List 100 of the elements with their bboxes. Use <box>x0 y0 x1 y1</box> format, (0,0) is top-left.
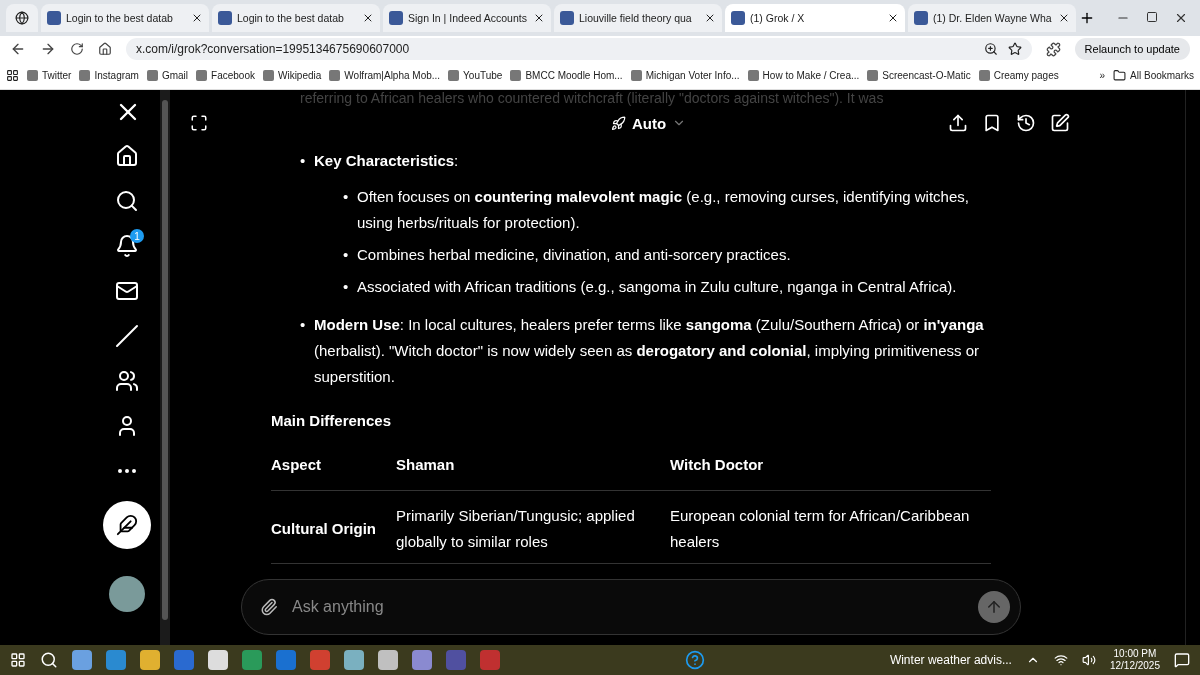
bullet-text: Key Characteristics: <box>314 152 459 169</box>
home-icon[interactable] <box>98 42 112 56</box>
bookmark-link[interactable]: Instagram <box>79 70 139 81</box>
browser-tab[interactable]: Login to the best datab <box>41 4 209 32</box>
new-tab-icon[interactable] <box>1079 10 1095 26</box>
weather-widget[interactable]: Winter weather advis... <box>889 653 1012 667</box>
column-header: Aspect <box>271 448 396 491</box>
browser-tab[interactable]: (1) Dr. Elden Wayne Wha <box>908 4 1076 32</box>
close-icon[interactable] <box>362 12 374 24</box>
volume-icon[interactable] <box>1081 653 1096 667</box>
mode-selector[interactable]: Auto <box>605 113 693 133</box>
bookmark-link[interactable]: Facebook <box>196 70 255 81</box>
edit-icon[interactable] <box>1050 113 1070 133</box>
compose-button[interactable] <box>103 501 151 549</box>
app-icon[interactable] <box>140 650 160 670</box>
app-icon[interactable] <box>412 650 432 670</box>
bullet-marker: • <box>343 187 350 207</box>
address-bar[interactable]: x.com/i/grok?conversation=1995134675690607000 <box>126 38 1032 60</box>
more-bookmarks-button[interactable]: » <box>1099 70 1106 81</box>
bookmark-link[interactable]: Wolfram|Alpha Mob... <box>329 70 441 81</box>
clock[interactable]: 10:00 PM 12/12/2025 <box>1109 648 1160 672</box>
bookmark-link[interactable]: YouTube <box>448 70 503 81</box>
faded-text: referring to African healers who countered witchcraft (literally "doctors against witches"). It was <box>300 90 885 108</box>
folder-icon <box>1113 69 1127 82</box>
browser-tab[interactable]: (1) Grok / X <box>725 4 905 32</box>
wifi-icon[interactable] <box>1053 653 1068 667</box>
favicon <box>27 70 38 81</box>
maximize-icon[interactable] <box>1146 11 1158 23</box>
bookmark-link[interactable]: Screencast-O-Matic <box>867 70 971 81</box>
table-cell: European colonial term for African/Caribbean healers <box>670 490 991 564</box>
chat-input[interactable]: Ask anything <box>241 579 1021 635</box>
reload-icon[interactable] <box>70 42 84 56</box>
close-icon[interactable] <box>887 12 899 24</box>
column-header: Witch Doctor <box>670 448 991 491</box>
start-icon[interactable] <box>10 652 26 668</box>
bookmark-link[interactable]: Twitter <box>27 70 72 81</box>
app-icon[interactable] <box>208 650 228 670</box>
bookmark-link[interactable]: BMCC Moodle Hom... <box>510 70 623 81</box>
zoom-icon[interactable] <box>983 42 998 56</box>
close-icon[interactable] <box>1058 12 1070 24</box>
app-icon[interactable] <box>72 650 92 670</box>
favicon <box>329 70 341 81</box>
bookmark-icon[interactable] <box>982 113 1002 133</box>
browser-tab[interactable]: Login to the best datab <box>212 4 380 32</box>
favicon <box>79 70 91 81</box>
bookmark-link[interactable]: Wikipedia <box>262 70 322 81</box>
favicon <box>867 70 879 81</box>
bullet-text: Associated with African traditions (e.g., sangoma in Zulu culture, nganga in Central Africa). <box>357 278 957 295</box>
close-icon[interactable] <box>191 12 203 24</box>
favicon <box>146 70 158 81</box>
share-icon[interactable] <box>948 113 968 133</box>
favicon <box>218 11 232 25</box>
avatar[interactable] <box>109 576 145 612</box>
relaunch-button[interactable]: Relaunch to update <box>1074 38 1190 60</box>
message-input[interactable]: Ask anything <box>290 597 966 617</box>
table-cell: Primarily Siberian/Tungusic; applied globally to similar roles <box>396 490 670 564</box>
browser-tab[interactable]: Liouville field theory qua <box>554 4 722 32</box>
favicon <box>978 70 990 81</box>
bookmark-link[interactable]: Creamy pages <box>978 70 1059 81</box>
bullet-text: Modern Use: In local cultures, healers prefer terms like sangoma (Zulu/Southern Africa) or in'yanga (herbalist). "Witch doctor" is now widely seen as derogatory and colonial, implying primitiveness or superstition. <box>314 316 984 385</box>
bookmark-link[interactable]: Gmail <box>146 70 189 81</box>
favicon <box>389 11 403 25</box>
fullscreen-icon[interactable] <box>190 114 208 132</box>
all-bookmarks-link[interactable]: All Bookmarks <box>1113 69 1194 82</box>
favicon <box>47 11 61 25</box>
apps-icon[interactable] <box>6 69 19 82</box>
extensions-icon[interactable] <box>1045 41 1061 57</box>
close-icon[interactable] <box>1174 11 1188 25</box>
browser-tab[interactable]: Sign In | Indeed Accounts <box>383 4 551 32</box>
close-icon[interactable] <box>704 12 716 24</box>
column-header: Shaman <box>396 448 670 491</box>
send-button[interactable] <box>978 591 1010 623</box>
favicon <box>510 70 522 81</box>
tab-search-button[interactable] <box>6 4 38 32</box>
star-icon[interactable] <box>1007 42 1022 56</box>
bookmark-link[interactable]: How to Make / Crea... <box>747 70 860 81</box>
app-icon[interactable] <box>344 650 364 670</box>
notifications-icon[interactable] <box>1174 652 1190 668</box>
favicon <box>747 70 759 81</box>
help-icon[interactable] <box>684 650 705 670</box>
forward-icon[interactable] <box>40 41 56 57</box>
favicon <box>914 11 928 25</box>
close-icon[interactable] <box>533 12 545 24</box>
favicon <box>262 70 274 81</box>
table-cell: Cultural Origin <box>271 490 396 564</box>
feather-icon <box>116 514 138 536</box>
bullet-marker: • <box>300 315 307 335</box>
bookmark-link[interactable]: Michigan Voter Info... <box>630 70 740 81</box>
section-heading: Main Differences <box>271 411 393 431</box>
favicon <box>448 70 460 81</box>
history-icon[interactable] <box>1016 113 1036 133</box>
bullet-marker: • <box>343 277 350 297</box>
app-icon[interactable] <box>378 650 398 670</box>
back-icon[interactable] <box>10 41 26 57</box>
bullet-marker: • <box>300 151 307 171</box>
favicon <box>196 70 208 81</box>
attach-icon[interactable] <box>260 598 278 616</box>
rocket-icon <box>611 115 626 131</box>
bullet-marker: • <box>343 245 350 265</box>
search-icon[interactable] <box>40 651 58 669</box>
